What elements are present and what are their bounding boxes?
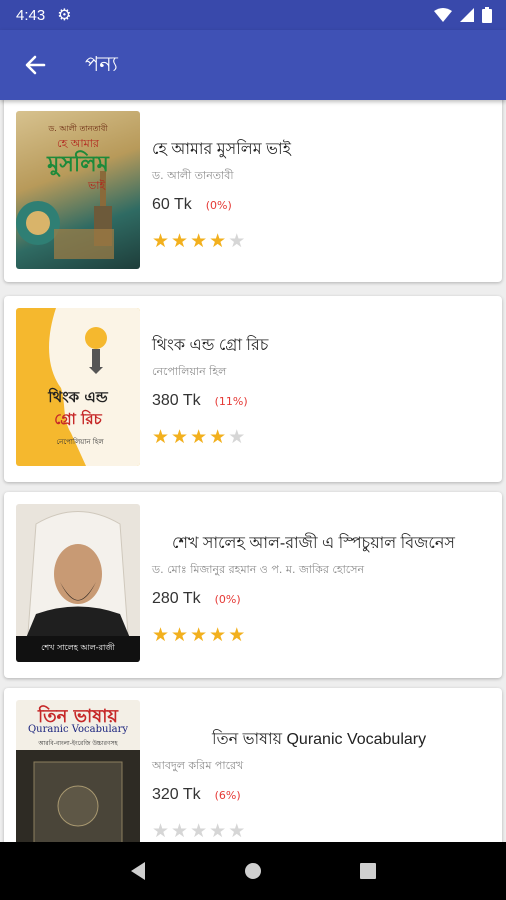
- book-cover: তিন ভাষায় Quranic Vocabulary আরবি-বাংলা…: [16, 700, 140, 842]
- nav-back-button[interactable]: [118, 851, 158, 891]
- star-icon: ★: [190, 820, 208, 842]
- star-icon: ★: [190, 230, 208, 252]
- product-title[interactable]: থিংক এন্ড গ্রো রিচ: [152, 332, 492, 359]
- product-info: শেখ সালেহ আল-রাজী এ স্পিচুয়াল বিজনেস ড.…: [152, 530, 492, 645]
- cover-title-line: মুসলিম: [47, 152, 109, 177]
- rating-stars: ★ ★ ★ ★ ★: [152, 822, 492, 841]
- star-icon: ★: [171, 426, 189, 448]
- product-price: 60 Tk: [152, 196, 192, 213]
- rating-stars: ★ ★ ★ ★ ★: [152, 232, 492, 251]
- nav-recents-button[interactable]: [348, 851, 388, 891]
- product-card[interactable]: শেখ সালেহ আল-রাজী শেখ সালেহ আল-রাজী এ স্…: [4, 492, 502, 678]
- star-icon: ★: [228, 820, 246, 842]
- product-price: 320 Tk: [152, 786, 201, 803]
- star-icon: ★: [209, 230, 227, 252]
- triangle-back-icon: [130, 862, 145, 880]
- nav-home-button[interactable]: [233, 851, 273, 891]
- discount-badge: (11%): [214, 395, 248, 408]
- discount-badge: (0%): [205, 199, 232, 212]
- star-icon: ★: [209, 624, 227, 646]
- book-cover: শেখ সালেহ আল-রাজী: [16, 504, 140, 662]
- book-cover: ড. আলী তানতাবী হে আমার মুসলিম ভাই: [16, 111, 140, 269]
- status-time: 4:43: [16, 6, 46, 24]
- star-icon: ★: [152, 624, 170, 646]
- product-card[interactable]: থিংক এন্ড গ্রো রিচ নেপোলিয়ান হিল থিংক এ…: [4, 296, 502, 482]
- price-row: 320 Tk (6%): [152, 786, 492, 804]
- star-icon: ★: [152, 426, 170, 448]
- discount-badge: (6%): [214, 789, 241, 802]
- cover-title-line: গ্রো রিচ: [54, 410, 102, 428]
- star-icon: ★: [152, 230, 170, 252]
- system-nav-bar: [0, 842, 506, 900]
- status-bar: 4:43 ⚙: [0, 0, 506, 30]
- product-author: নেপোলিয়ান হিল: [152, 365, 227, 378]
- product-list[interactable]: ড. আলী তানতাবী হে আমার মুসলিম ভাই হে আমা…: [0, 100, 506, 842]
- product-card[interactable]: ড. আলী তানতাবী হে আমার মুসলিম ভাই হে আমা…: [4, 100, 502, 282]
- product-author: ড. আলী তানতাবী: [152, 169, 234, 182]
- circle-home-icon: [244, 863, 261, 879]
- price-row: 280 Tk (0%): [152, 590, 492, 608]
- star-icon: ★: [171, 624, 189, 646]
- product-price: 380 Tk: [152, 392, 201, 409]
- cover-title-line: ভাই: [88, 179, 106, 192]
- product-title[interactable]: শেখ সালেহ আল-রাজী এ স্পিচুয়াল বিজনেস: [152, 530, 492, 557]
- arrow-left-icon: [25, 55, 46, 75]
- star-icon: ★: [190, 426, 208, 448]
- star-icon: ★: [171, 820, 189, 842]
- price-row: 380 Tk (11%): [152, 392, 492, 410]
- star-icon: ★: [228, 624, 246, 646]
- product-author: আবদুল করিম পারেখ: [152, 759, 244, 772]
- battery-icon: [482, 7, 492, 23]
- star-icon: ★: [171, 230, 189, 252]
- product-author: ড. মোঃ মিজানুর রহমান ও প. ম. জাকির হোসেন: [152, 563, 365, 576]
- cover-title-line: Quranic Vocabulary: [27, 724, 129, 735]
- gear-icon: ⚙: [57, 5, 72, 24]
- star-icon: ★: [209, 426, 227, 448]
- product-info: থিংক এন্ড গ্রো রিচ নেপোলিয়ান হিল 380 Tk…: [152, 332, 492, 447]
- cover-title-line: আরবি-বাংলা-ইংরেজি উচ্চারণসহ: [38, 740, 118, 747]
- discount-badge: (0%): [214, 593, 241, 606]
- product-price: 280 Tk: [152, 590, 201, 607]
- rating-stars: ★ ★ ★ ★ ★: [152, 626, 492, 645]
- product-info: হে আমার মুসলিম ভাই ড. আলী তানতাবী 60 Tk …: [152, 136, 492, 251]
- book-cover: থিংক এন্ড গ্রো রিচ নেপোলিয়ান হিল: [16, 308, 140, 466]
- star-icon: ★: [228, 426, 246, 448]
- page-title: পন্য: [85, 52, 118, 76]
- cover-title-line: শেখ সালেহ আল-রাজী: [41, 643, 115, 652]
- product-card[interactable]: তিন ভাষায় Quranic Vocabulary আরবি-বাংলা…: [4, 688, 502, 842]
- rating-stars: ★ ★ ★ ★ ★: [152, 428, 492, 447]
- product-info: তিন ভাষায় Quranic Vocabulary আবদুল করিম…: [152, 726, 492, 841]
- app-bar: পন্য: [0, 30, 506, 100]
- price-row: 60 Tk (0%): [152, 196, 492, 214]
- back-button[interactable]: [15, 45, 55, 85]
- star-icon: ★: [228, 230, 246, 252]
- product-title[interactable]: হে আমার মুসলিম ভাই: [152, 136, 492, 163]
- product-title[interactable]: তিন ভাষায় Quranic Vocabulary: [152, 726, 492, 753]
- signal-icon: [460, 8, 474, 22]
- star-icon: ★: [190, 624, 208, 646]
- wifi-icon: [434, 8, 452, 22]
- square-recents-icon: [360, 863, 377, 879]
- star-icon: ★: [152, 820, 170, 842]
- book-cover-art: [16, 511, 140, 662]
- star-icon: ★: [209, 820, 227, 842]
- cover-author: নেপোলিয়ান হিল: [56, 438, 104, 446]
- status-icons: [434, 7, 492, 23]
